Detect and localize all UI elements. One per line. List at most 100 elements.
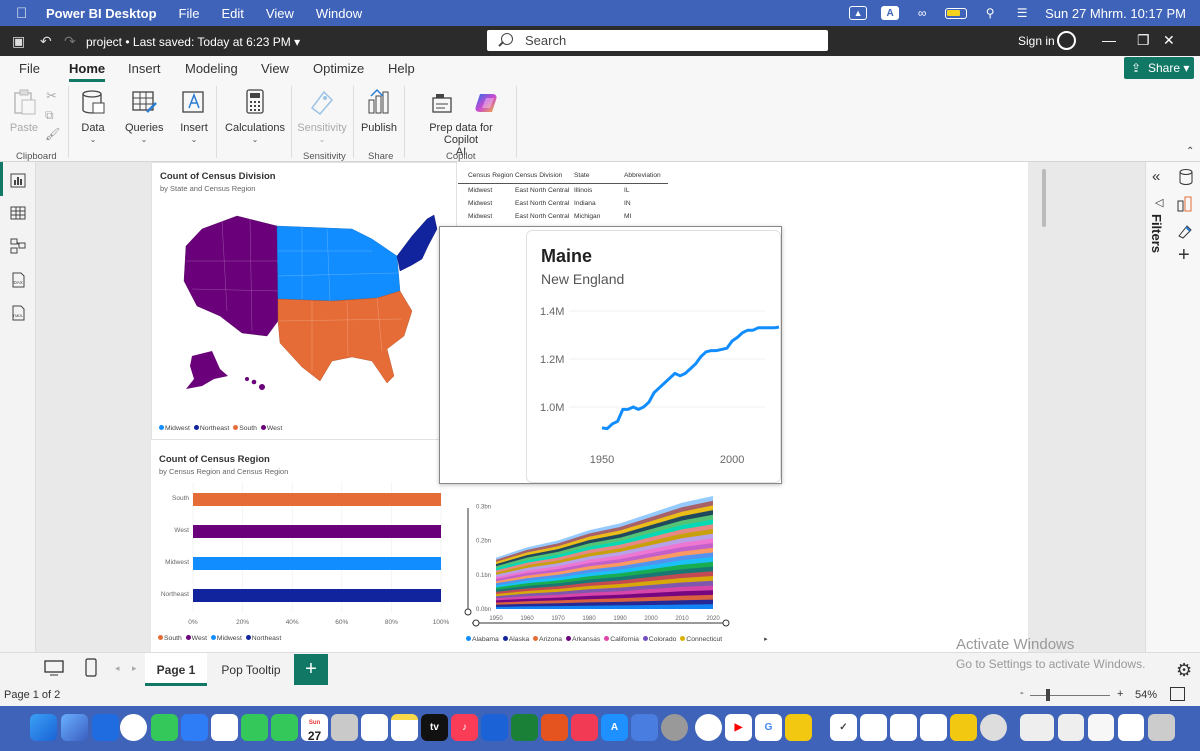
cut-icon[interactable]: ✂: [46, 88, 57, 104]
database-app-icon[interactable]: [860, 714, 887, 741]
menu-view[interactable]: View: [266, 6, 294, 21]
copy-icon[interactable]: ⧉: [45, 108, 54, 123]
col-state[interactable]: State: [574, 172, 589, 179]
photos-icon[interactable]: [211, 714, 238, 741]
apple-icon[interactable]: : [16, 5, 32, 22]
finder-icon[interactable]: [30, 714, 57, 741]
dax-view-icon[interactable]: DAX: [10, 272, 26, 288]
bar-west[interactable]: [193, 525, 441, 538]
add-pane-icon[interactable]: +: [1178, 244, 1190, 267]
launcher-icon[interactable]: [571, 714, 598, 741]
tab-view[interactable]: View: [261, 61, 289, 76]
mail-icon[interactable]: [181, 714, 208, 741]
legend-south[interactable]: South: [158, 635, 182, 642]
app-grid-icon[interactable]: [92, 714, 119, 741]
music-icon[interactable]: ♪: [451, 714, 478, 741]
col-abbreviation[interactable]: Abbreviation: [624, 172, 661, 179]
input-source-icon[interactable]: A: [881, 6, 900, 20]
tab-file[interactable]: File: [19, 61, 40, 76]
spotlight-icon[interactable]: ⚲: [981, 6, 999, 20]
zoom-slider[interactable]: [1030, 695, 1110, 696]
menu-file[interactable]: File: [179, 6, 200, 21]
desktop-layout-icon[interactable]: [44, 659, 64, 682]
legend-arkansas[interactable]: Arkansas: [564, 636, 600, 643]
screen-icon[interactable]: ▲: [849, 6, 868, 20]
format-painter-icon[interactable]: 🖌: [45, 127, 60, 141]
redo-icon[interactable]: ↷: [64, 33, 76, 50]
menu-window[interactable]: Window: [316, 6, 362, 21]
legend-midwest[interactable]: Midwest: [209, 635, 242, 642]
calendar-icon[interactable]: Sun 27: [301, 714, 328, 743]
prep-data-copilot-button[interactable]: Prep data for Copilot AI: [411, 88, 511, 158]
prev-page-icon[interactable]: ◂: [115, 663, 120, 674]
recent-window-4[interactable]: [1118, 714, 1144, 741]
bar-midwest[interactable]: [193, 557, 441, 570]
table-view-icon[interactable]: [10, 205, 26, 221]
minimize-icon[interactable]: —: [1102, 32, 1116, 48]
save-icon[interactable]: ▣: [12, 33, 25, 50]
calculations-button[interactable]: Calculations ⌄: [225, 88, 285, 144]
utility-icon[interactable]: [980, 714, 1007, 741]
chatgpt-icon[interactable]: [695, 714, 722, 741]
col-census-division[interactable]: Census Division: [515, 172, 562, 179]
youtube-icon[interactable]: ▶: [725, 714, 752, 741]
next-page-icon[interactable]: ▸: [132, 663, 137, 674]
restore-icon[interactable]: ❐: [1137, 32, 1150, 49]
link-icon[interactable]: ∞: [913, 6, 931, 20]
contacts-icon[interactable]: [331, 714, 358, 741]
page-tab-pop-tooltip[interactable]: Pop Tooltip: [210, 653, 292, 686]
legend-next-icon[interactable]: ▸: [764, 636, 767, 643]
numbers-icon[interactable]: [511, 714, 538, 741]
legend-midwest[interactable]: Midwest: [159, 425, 190, 432]
legend-colorado[interactable]: Colorado: [641, 636, 676, 643]
collapse-pane-icon[interactable]: «: [1152, 168, 1160, 185]
messages-icon[interactable]: [151, 714, 178, 741]
format-pane-icon[interactable]: [1176, 222, 1194, 245]
bar-northeast[interactable]: [193, 589, 441, 602]
report-view-icon[interactable]: [10, 172, 26, 188]
legend-alaska[interactable]: Alaska: [501, 636, 529, 643]
table-visual[interactable]: Census Region Census Division State Abbr…: [458, 164, 1046, 227]
col-census-region[interactable]: Census Region: [468, 172, 513, 179]
insert-button[interactable]: Insert ⌄: [179, 88, 209, 144]
legend-california[interactable]: California: [602, 636, 639, 643]
facetime-icon[interactable]: [241, 714, 268, 741]
avatar-icon[interactable]: [1057, 31, 1076, 50]
notes-icon[interactable]: [391, 714, 418, 741]
legend-west[interactable]: West: [184, 635, 207, 642]
paste-button[interactable]: Paste: [9, 88, 39, 134]
legend-connecticut[interactable]: Connecticut: [678, 636, 722, 643]
data-pane-icon[interactable]: [1178, 168, 1194, 191]
fit-to-page-icon[interactable]: [1170, 687, 1185, 701]
share-button[interactable]: Share ▾: [1124, 57, 1194, 79]
stacked-area-chart[interactable]: 0.0bn 0.1bn 0.2bn 0.3bn 1950 1960 1970 1980 1990…: [458, 484, 746, 636]
filters-pane-label[interactable]: Filters: [1149, 214, 1164, 253]
recent-window-1[interactable]: [1020, 714, 1054, 741]
us-filled-map[interactable]: [172, 201, 442, 401]
bar-chart[interactable]: 0% 20% 40% 60% 80% 100% South West Midwest Northe…: [151, 482, 457, 632]
play-axis-handle[interactable]: [464, 608, 472, 616]
menubar-datetime[interactable]: Sun 27 Mhrm. 10:17 PM: [1045, 6, 1186, 21]
recent-window-2[interactable]: [1058, 714, 1084, 741]
reminders-icon[interactable]: [361, 714, 388, 741]
search-input[interactable]: Search: [487, 30, 828, 51]
legend-west[interactable]: West: [259, 425, 282, 432]
launchpad-icon[interactable]: [61, 714, 88, 741]
tab-modeling[interactable]: Modeling: [185, 61, 238, 76]
table-row[interactable]: Midwest East North Central Michigan MI: [458, 213, 668, 225]
sensitivity-button[interactable]: Sensitivity ⌄: [296, 88, 348, 144]
windows-app-icon[interactable]: [920, 714, 947, 741]
bar-south[interactable]: [193, 493, 441, 506]
zoom-in-button[interactable]: +: [1117, 688, 1123, 700]
tab-help[interactable]: Help: [388, 61, 415, 76]
map-visual[interactable]: Count of Census Division by State and Ce…: [151, 162, 457, 440]
tmdl-view-icon[interactable]: TMDL: [10, 305, 26, 321]
keynote-icon[interactable]: [481, 714, 508, 741]
app-menu[interactable]: Power BI Desktop: [46, 6, 157, 21]
preview-icon[interactable]: [631, 714, 658, 741]
visualizations-pane-icon[interactable]: [1176, 195, 1194, 218]
legend-alabama[interactable]: Alabama: [466, 636, 499, 643]
table-row[interactable]: Midwest East North Central Illinois IL: [458, 187, 668, 199]
system-settings-icon[interactable]: [661, 714, 688, 741]
recent-window-3[interactable]: [1088, 714, 1114, 741]
